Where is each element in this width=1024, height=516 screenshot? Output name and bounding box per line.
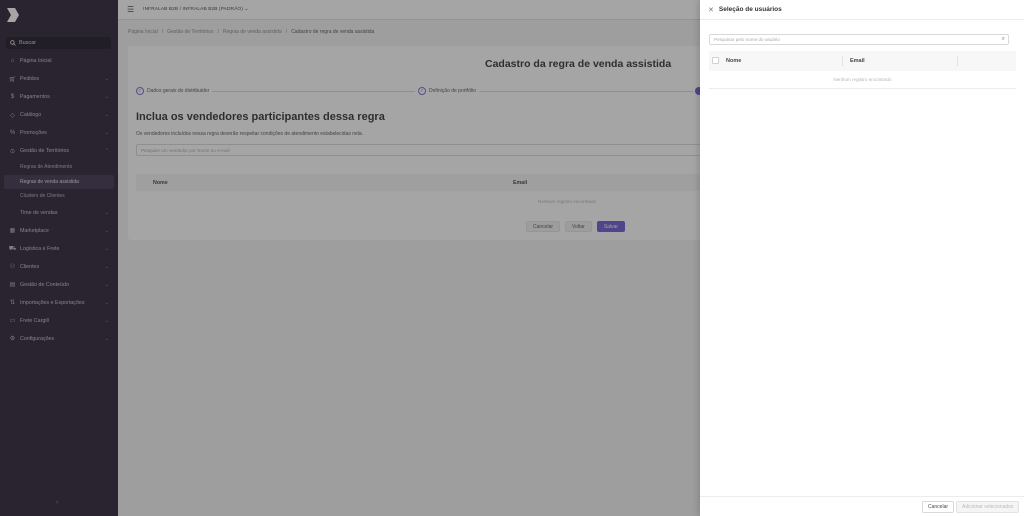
modal-overlay[interactable] [0,0,700,516]
column-name: Nome [726,58,742,64]
column-email: Email [850,58,865,64]
search-placeholder: Pesquisar pelo nome do usuário [714,37,780,42]
empty-state: Nenhum registro encontrado [709,71,1016,89]
column-divider [957,56,958,66]
column-divider [842,56,843,66]
select-all-checkbox[interactable] [712,57,719,64]
drawer-table-header: Nome Email [709,51,1016,71]
user-search-input[interactable]: Pesquisar pelo nome do usuário ⌕ [709,34,1009,45]
drawer-header: ✕ Seleção de usuários [700,0,1024,20]
cancel-button[interactable]: Cancelar [922,501,955,513]
close-icon[interactable]: ✕ [708,6,714,14]
drawer-footer: Cancelar Adicionar selecionados [700,496,1024,516]
user-selection-drawer: ✕ Seleção de usuários Pesquisar pelo nom… [700,0,1024,516]
drawer-title: Seleção de usuários [718,6,782,13]
search-icon[interactable]: ⌕ [1002,36,1005,43]
add-selected-button[interactable]: Adicionar selecionados [956,501,1020,513]
